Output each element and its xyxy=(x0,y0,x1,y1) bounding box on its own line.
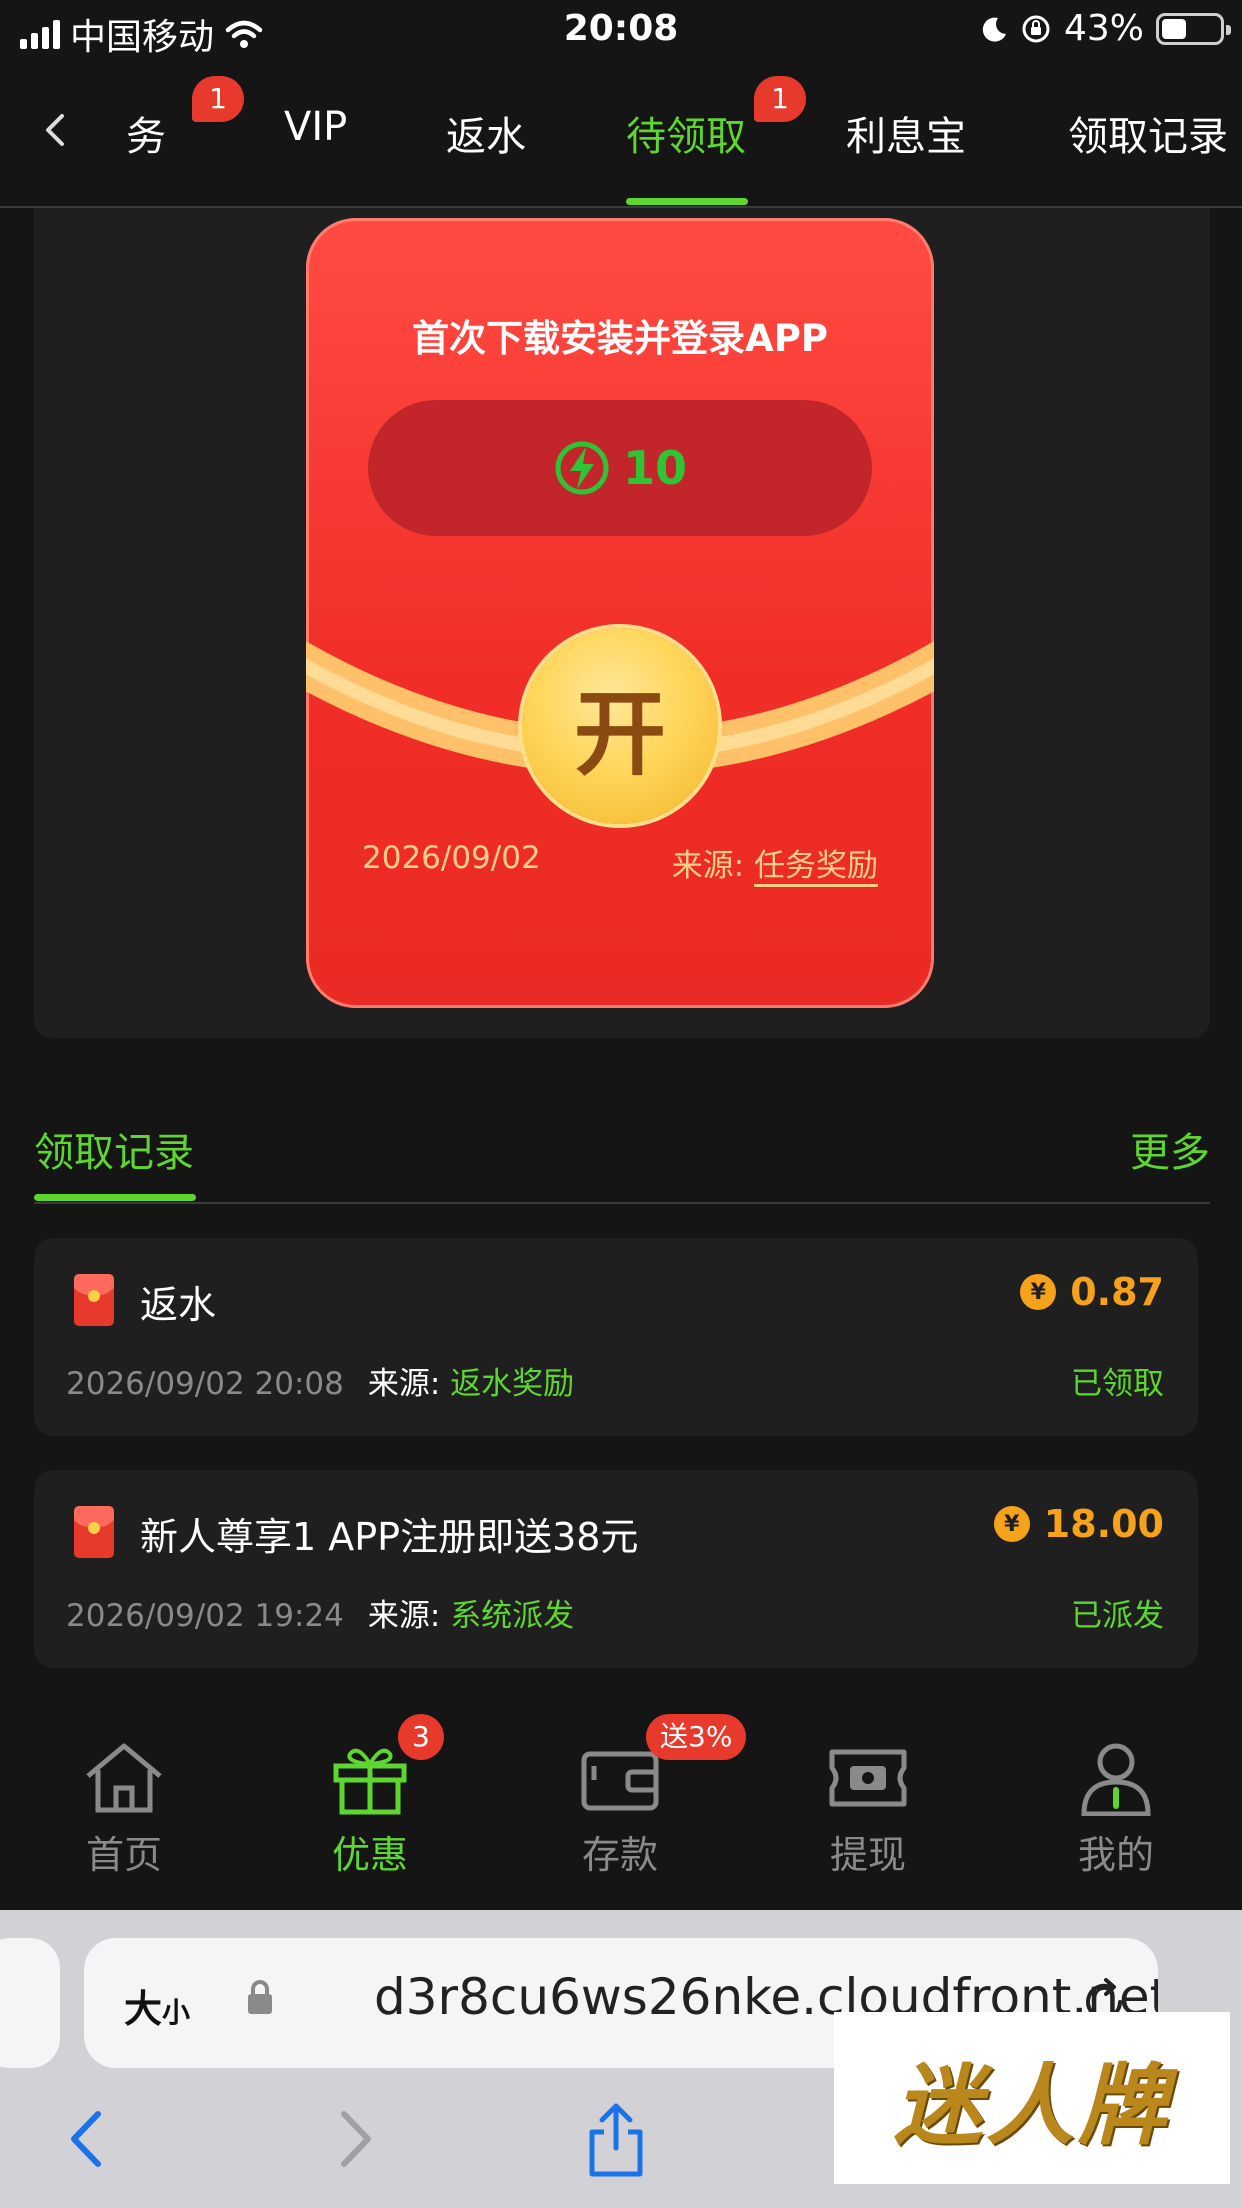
bottom-tab-home-label: 首页 xyxy=(85,1833,162,1877)
active-tab-indicator xyxy=(626,198,748,205)
records-title-underline xyxy=(34,1194,196,1201)
tab-task-badge: 1 xyxy=(192,76,244,122)
record-source: 返水奖励 xyxy=(450,1366,575,1402)
bottom-tab-withdraw[interactable]: 提现 xyxy=(788,1740,948,1879)
record-title: 返水 xyxy=(140,1283,217,1327)
envelope-source: 来源: 任务奖励 xyxy=(672,840,878,885)
envelope-amount-pill: 10 xyxy=(368,400,872,536)
gift-icon xyxy=(333,1748,407,1815)
record-status: 已派发 xyxy=(1071,1598,1164,1634)
lightning-coin-icon xyxy=(555,441,609,495)
moon-icon xyxy=(982,17,1006,42)
record-meta: 2026/09/02 19:24 来源: 系统派发 xyxy=(66,1590,574,1635)
tab-task-clip: 任务 xyxy=(128,62,188,208)
tab-pending[interactable]: 待领取 xyxy=(626,104,746,162)
yen-coin-icon: ¥ xyxy=(993,1506,1030,1542)
deposit-bonus-badge: 送3% xyxy=(646,1714,747,1760)
record-time: 2026/09/02 19:24 xyxy=(66,1598,344,1634)
bottom-tab-mine-label: 我的 xyxy=(1077,1833,1154,1877)
tab-task[interactable]: 任务 xyxy=(128,104,166,162)
red-packet-icon xyxy=(74,1506,114,1558)
back-chevron-icon[interactable] xyxy=(38,112,74,148)
red-packet-icon xyxy=(74,1274,114,1326)
record-source-label: 来源: xyxy=(367,1598,441,1634)
bottom-tab-home[interactable]: 首页 xyxy=(44,1740,204,1879)
envelope-date: 2026/09/02 xyxy=(362,840,541,876)
bottom-tab-promo[interactable]: 优惠 xyxy=(290,1740,450,1879)
watermark-text: 迷人牌 xyxy=(893,2053,1170,2157)
envelope-source-link[interactable]: 任务奖励 xyxy=(754,848,878,884)
record-source-label: 来源: xyxy=(367,1366,441,1402)
home-icon xyxy=(86,1743,162,1813)
share-icon[interactable] xyxy=(584,2100,648,2178)
envelope-title: 首次下载安装并登录APP xyxy=(412,317,828,360)
tab-rebate[interactable]: 返水 xyxy=(446,104,526,162)
tab-interest[interactable]: 利息宝 xyxy=(846,104,966,162)
status-bar: 中国移动 20:08 43% xyxy=(0,0,1242,62)
bottom-tab-withdraw-label: 提现 xyxy=(829,1833,906,1877)
record-card[interactable]: 返水 ¥ 0.87 2026/09/02 20:08 来源: 返水奖励 已领取 xyxy=(34,1238,1198,1436)
bottom-tab-promo-label: 优惠 xyxy=(331,1833,408,1877)
lock-icon xyxy=(248,1980,272,2014)
record-amount-value: 0.87 xyxy=(1070,1270,1164,1314)
rotation-lock-icon xyxy=(1022,15,1050,42)
wallet-icon xyxy=(581,1751,659,1811)
envelope-amount: 10 xyxy=(622,441,687,495)
record-status: 已领取 xyxy=(1071,1366,1164,1402)
battery-percent: 43% xyxy=(1063,8,1144,49)
record-amount: ¥ 18.00 xyxy=(993,1502,1164,1546)
tab-pending-badge: 1 xyxy=(754,76,806,122)
tab-claim-records[interactable]: 领取记录 xyxy=(1068,104,1228,162)
status-bar-right: 43% xyxy=(980,8,1231,49)
records-header: 领取记录 更多 xyxy=(34,1110,1210,1204)
browser-back-icon[interactable] xyxy=(64,2108,108,2170)
promo-count-badge: 3 xyxy=(398,1714,444,1760)
text-size-small: 小 xyxy=(162,1996,191,2029)
record-amount: ¥ 0.87 xyxy=(1020,1270,1164,1314)
cash-icon xyxy=(829,1749,907,1807)
top-tab-bar: 任务 1 VIP 返水 待领取 1 利息宝 领取记录 xyxy=(0,62,1242,208)
records-more-link[interactable]: 更多 xyxy=(1130,1120,1210,1178)
record-source: 系统派发 xyxy=(450,1598,575,1634)
battery-icon xyxy=(1156,12,1231,45)
browser-forward-icon[interactable] xyxy=(334,2108,378,2170)
bottom-tab-bar: 首页 优惠 3 存款 送3% 提现 我的 xyxy=(0,1700,1242,1910)
tab-vip[interactable]: VIP xyxy=(284,104,347,150)
bottom-tab-deposit[interactable]: 存款 xyxy=(540,1740,700,1879)
user-icon xyxy=(1081,1743,1151,1816)
text-size-large: 大 xyxy=(124,1987,163,2031)
open-envelope-button[interactable]: 开 xyxy=(522,628,718,824)
yen-coin-icon: ¥ xyxy=(1020,1274,1057,1310)
red-envelope-card[interactable]: 首次下载安装并登录APP 10 开 2026/09/02 来源: 任务奖励 xyxy=(306,218,934,1008)
watermark-logo: 迷人牌 xyxy=(834,2012,1230,2184)
record-time: 2026/09/02 20:08 xyxy=(66,1366,344,1402)
bottom-tab-deposit-label: 存款 xyxy=(581,1833,658,1877)
text-size-button[interactable]: 大小 xyxy=(124,1978,190,2033)
bottom-tab-mine[interactable]: 我的 xyxy=(1036,1740,1196,1879)
record-amount-value: 18.00 xyxy=(1043,1502,1164,1546)
records-title[interactable]: 领取记录 xyxy=(34,1120,194,1178)
record-card[interactable]: 新人尊享1 APP注册即送38元 ¥ 18.00 2026/09/02 19:2… xyxy=(34,1470,1198,1668)
previous-tab-pill[interactable] xyxy=(0,1938,60,2068)
record-meta: 2026/09/02 20:08 来源: 返水奖励 xyxy=(66,1358,574,1403)
record-title: 新人尊享1 APP注册即送38元 xyxy=(140,1515,639,1559)
envelope-source-label: 来源: xyxy=(671,848,745,884)
